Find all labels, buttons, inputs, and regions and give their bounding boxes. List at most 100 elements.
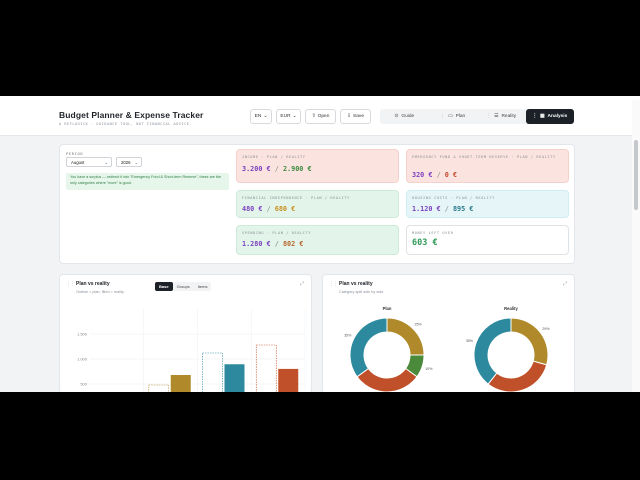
tab-plan-label: Plan (455, 114, 466, 119)
chevron-down-icon: ⌄ (104, 160, 108, 165)
surplus-note: You have a surplus — redirect it into "E… (66, 173, 229, 190)
month-select[interactable]: August ⌄ (66, 157, 112, 167)
reality-bar (170, 375, 191, 392)
grid-icon: ▦ (540, 114, 545, 119)
donut-slice (349, 317, 388, 378)
donut-charts: Plan25%10%30%35%Reality29%31%39% (344, 306, 550, 392)
tab-reality[interactable]: ⋮ ☰ Reality (477, 109, 526, 124)
plan-bar (255, 344, 277, 392)
income-reality: 2.900 € (282, 165, 312, 173)
housing-label: HOUSING COSTS · PLAN / REALITY (412, 196, 495, 200)
chevron-down-icon: ⌄ (134, 160, 138, 165)
scrollbar[interactable] (632, 100, 640, 392)
list-icon: ☰ (494, 114, 499, 119)
y-tick-label: 500 (80, 382, 87, 387)
slice-label: 39% (466, 339, 474, 343)
emergency-reality: 0 € (444, 171, 458, 179)
language-label: EN (254, 114, 262, 119)
spending-card: SPENDING · PLAN / REALITY 1.280 € / 802 … (236, 225, 399, 255)
bar-chart: 1.500 1.000 500 (77, 309, 306, 392)
slice-label: 25% (415, 322, 423, 326)
housing-sep: / (444, 205, 449, 213)
independence-label: FINANCIAL INDEPENDENCE · PLAN / REALITY (242, 196, 350, 200)
slice-label: 10% (425, 367, 433, 371)
period-label: PERIOD (66, 151, 84, 156)
income-values: 3.200 € / 2.900 € (242, 165, 312, 173)
save-button[interactable]: ⇩ Save (340, 109, 371, 124)
housing-plan: 1.120 € (412, 205, 441, 213)
spending-sep: / (274, 240, 279, 248)
donut-slice (473, 317, 512, 385)
drag-handle-icon: ⋮ (440, 114, 446, 119)
independence-sep: / (266, 205, 271, 213)
app-window: Budget Planner & Expense Tracker A REFLO… (0, 96, 640, 392)
money-left-card: MONEY LEFT OVER 603 € (406, 225, 569, 255)
reality-bar (224, 364, 245, 392)
housing-reality: 895 € (452, 205, 474, 213)
letterbox-top (0, 0, 640, 96)
housing-card: HOUSING COSTS · PLAN / REALITY 1.120 € /… (406, 190, 569, 218)
donut-title: Reality (504, 306, 518, 311)
drag-handle-icon: ⋮ (532, 114, 537, 119)
emergency-card: EMERGENCY FUND & SHORT-TERM RESERVE · PL… (406, 149, 569, 183)
emergency-plan: 320 € (412, 171, 433, 179)
tab-guide-label: Guide (401, 114, 415, 119)
spending-label: SPENDING · PLAN / REALITY (242, 231, 312, 235)
money-left-label: MONEY LEFT OVER (412, 231, 454, 235)
header: Budget Planner & Expense Tracker A REFLO… (0, 100, 632, 136)
slice-label: 29% (542, 327, 550, 331)
y-tick-label: 1.000 (77, 357, 88, 362)
donut-slice (356, 367, 418, 392)
open-button[interactable]: ⇧ Open (305, 109, 336, 124)
chevron-down-icon: ⌄ (292, 114, 297, 119)
independence-values: 480 € / 680 € (242, 205, 295, 213)
tab-analysis[interactable]: ⋮ ▦ Analysis (525, 109, 574, 124)
spending-values: 1.280 € / 802 € (242, 240, 303, 248)
independence-card: FINANCIAL INDEPENDENCE · PLAN / REALITY … (236, 190, 399, 218)
year-select[interactable]: 2026 ⌄ (116, 157, 142, 167)
app-title: Budget Planner & Expense Tracker (59, 110, 204, 120)
drag-handle-icon: ⋮ (486, 114, 492, 119)
emergency-sep: / (436, 171, 441, 179)
income-card: INCOME · PLAN / REALITY 3.200 € / 2.900 … (236, 149, 399, 183)
main-nav: ⊙ Guide ⋮ ▭ Plan ⋮ ☰ Reality ⋮ ▦ Analysi… (380, 109, 574, 124)
spending-plan: 1.280 € (242, 240, 271, 248)
tab-reality-label: Reality (501, 114, 517, 119)
y-tick-label: 1.500 (77, 332, 88, 337)
month-value: August (71, 159, 85, 165)
spending-reality: 802 € (282, 240, 304, 248)
scroll-thumb[interactable] (634, 140, 638, 210)
open-label: Open (317, 114, 330, 119)
tab-analysis-label: Analysis (547, 114, 568, 119)
currency-label: EUR (280, 114, 291, 119)
tab-plan[interactable]: ⋮ ▭ Plan (429, 109, 478, 124)
year-value: 2026 (121, 159, 131, 165)
upload-icon: ⇧ (311, 114, 316, 119)
app-subtitle: A REFLOGICK · GUIDANCE TOOL, NOT FINANCI… (59, 122, 193, 126)
letterbox-bottom (0, 392, 640, 480)
housing-values: 1.120 € / 895 € (412, 205, 473, 213)
language-select[interactable]: EN ⌄ (250, 109, 272, 124)
currency-select[interactable]: EUR ⌄ (276, 109, 301, 124)
chevron-down-icon: ⌄ (263, 114, 268, 119)
donut-slice (510, 317, 549, 366)
emergency-label: EMERGENCY FUND & SHORT-TERM RESERVE · PL… (412, 155, 556, 159)
summary-panel: PERIOD August ⌄ 2026 ⌄ You have a surplu… (59, 144, 575, 264)
save-label: Save (353, 114, 364, 119)
tab-guide[interactable]: ⊙ Guide (380, 109, 429, 124)
help-circle-icon: ⊙ (394, 114, 399, 119)
independence-plan: 480 € (242, 205, 263, 213)
emergency-values: 320 € / 0 € (412, 171, 457, 179)
income-plan: 3.200 € (242, 165, 271, 173)
income-sep: / (274, 165, 279, 173)
reality-bar (278, 368, 299, 392)
money-left-value: 603 € (412, 238, 438, 248)
income-label: INCOME · PLAN / REALITY (242, 155, 306, 159)
slice-label: 35% (344, 334, 352, 338)
independence-reality: 680 € (274, 205, 296, 213)
document-icon: ▭ (448, 114, 453, 119)
bar-chart-panel: ⋮⋮ Plan vs reality Outline = plan, fille… (59, 274, 312, 392)
donut-slice (487, 360, 548, 392)
donut-title: Plan (383, 306, 392, 311)
plan-bar (148, 384, 170, 392)
